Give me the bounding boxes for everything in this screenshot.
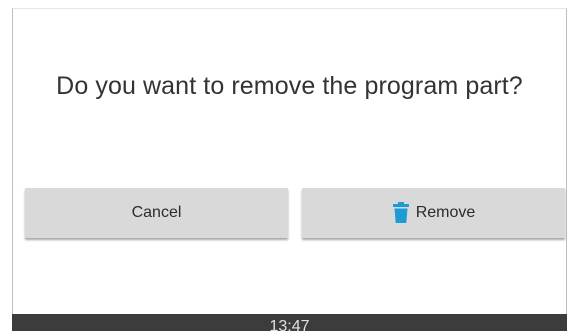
cancel-button-label: Cancel (131, 204, 182, 221)
status-time: 13:47 (269, 318, 310, 331)
trash-icon (392, 202, 410, 224)
dialog-question: Do you want to remove the program part? (56, 72, 523, 100)
dialog-screen: Do you want to remove the program part? … (0, 0, 577, 331)
remove-button-label: Remove (415, 204, 476, 221)
dialog-frame (12, 8, 567, 314)
cancel-button[interactable]: Cancel (25, 188, 288, 238)
status-bar: 13:47 (12, 314, 567, 331)
remove-button[interactable]: Remove (302, 188, 565, 238)
